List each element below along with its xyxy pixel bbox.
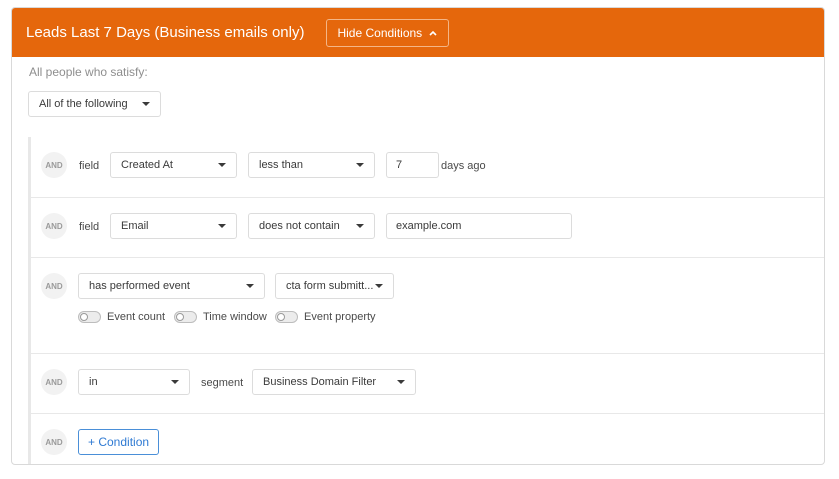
chevron-down-icon xyxy=(356,163,364,167)
value-input[interactable]: example.com xyxy=(386,213,572,239)
and-badge: AND xyxy=(41,152,67,178)
event-type-select[interactable]: has performed event xyxy=(78,273,265,299)
condition-row: AND has performed event cta form submitt… xyxy=(31,258,824,354)
hide-conditions-label: Hide Conditions xyxy=(337,25,423,40)
segment-title: Leads Last 7 Days (Business emails only) xyxy=(26,24,305,41)
value-input[interactable]: 7 xyxy=(386,152,439,178)
segment-card: Leads Last 7 Days (Business emails only)… xyxy=(11,7,825,465)
event-type-value: has performed event xyxy=(89,280,190,292)
field-label: field xyxy=(79,160,100,172)
event-count-toggle-group: Event count xyxy=(78,311,165,323)
and-badge: AND xyxy=(41,429,67,455)
chevron-down-icon xyxy=(356,224,364,228)
time-window-toggle[interactable] xyxy=(174,311,197,323)
conditions-subtitle: All people who satisfy: xyxy=(29,65,148,79)
chevron-up-icon xyxy=(429,30,437,36)
chevron-down-icon xyxy=(218,224,226,228)
match-type-value: All of the following xyxy=(39,98,128,110)
condition-row: AND field Email does not contain example… xyxy=(31,198,824,258)
and-badge: AND xyxy=(41,369,67,395)
event-count-toggle[interactable] xyxy=(78,311,101,323)
field-select[interactable]: Created At xyxy=(110,152,237,178)
conditions-list: AND field Created At less than 7 days ag… xyxy=(28,137,824,464)
membership-select[interactable]: in xyxy=(78,369,190,395)
operator-select[interactable]: less than xyxy=(248,152,375,178)
event-select-value: cta form submitt... xyxy=(286,280,374,292)
time-window-toggle-group: Time window xyxy=(174,311,267,323)
chevron-down-icon xyxy=(218,163,226,167)
event-property-toggle[interactable] xyxy=(275,311,298,323)
time-window-label: Time window xyxy=(203,311,267,323)
toggle-knob xyxy=(80,313,88,321)
segment-select-value: Business Domain Filter xyxy=(263,376,377,388)
chevron-down-icon xyxy=(397,380,405,384)
event-property-label: Event property xyxy=(304,311,376,323)
condition-row: AND field Created At less than 7 days ag… xyxy=(31,137,824,198)
field-select-value: Created At xyxy=(121,159,173,171)
toggle-knob xyxy=(277,313,285,321)
and-badge: AND xyxy=(41,273,67,299)
segment-label: segment xyxy=(201,377,244,389)
event-select[interactable]: cta form submitt... xyxy=(275,273,394,299)
membership-value: in xyxy=(89,376,98,388)
toggle-knob xyxy=(176,313,184,321)
match-type-select[interactable]: All of the following xyxy=(28,91,161,117)
add-condition-row: AND + Condition xyxy=(31,414,824,464)
segment-header: Leads Last 7 Days (Business emails only)… xyxy=(12,8,824,57)
chevron-down-icon xyxy=(375,284,383,288)
operator-select-value: does not contain xyxy=(259,220,340,232)
hide-conditions-button[interactable]: Hide Conditions xyxy=(326,18,450,47)
add-condition-button[interactable]: + Condition xyxy=(78,429,160,455)
days-ago-label: days ago xyxy=(441,160,486,172)
operator-select-value: less than xyxy=(259,159,304,171)
segment-select[interactable]: Business Domain Filter xyxy=(252,369,416,395)
chevron-down-icon xyxy=(142,102,150,106)
event-count-label: Event count xyxy=(107,311,166,323)
chevron-down-icon xyxy=(171,380,179,384)
condition-row: AND in segment Business Domain Filter xyxy=(31,354,824,414)
field-select-value: Email xyxy=(121,220,149,232)
operator-select[interactable]: does not contain xyxy=(248,213,375,239)
and-badge: AND xyxy=(41,213,67,239)
chevron-down-icon xyxy=(246,284,254,288)
field-select[interactable]: Email xyxy=(110,213,237,239)
field-label: field xyxy=(79,221,100,233)
event-property-toggle-group: Event property xyxy=(275,311,376,323)
